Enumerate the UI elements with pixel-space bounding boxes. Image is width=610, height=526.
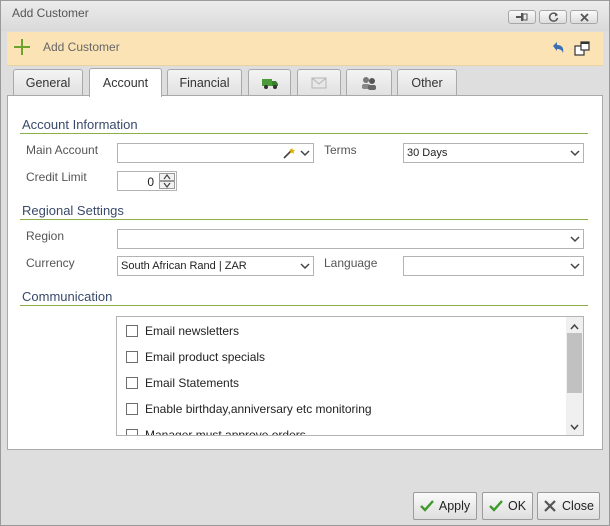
account-tab-panel: Account Information Main Account Terms 3…: [7, 95, 603, 450]
list-item[interactable]: Enable birthday,anniversary etc monitori…: [126, 399, 372, 419]
increment-button[interactable]: [159, 173, 175, 181]
tab-label: Other: [411, 75, 443, 90]
credit-limit-stepper[interactable]: 0: [117, 171, 177, 191]
wand-icon[interactable]: [283, 147, 295, 159]
section-divider: [20, 219, 588, 220]
list-item[interactable]: Email product specials: [126, 347, 265, 367]
decrement-button[interactable]: [159, 181, 175, 189]
section-divider: [20, 133, 588, 134]
refresh-icon: [548, 11, 558, 22]
tab-delivery[interactable]: [248, 69, 291, 95]
close-window-button[interactable]: [570, 10, 598, 24]
truck-icon: [261, 78, 278, 89]
window-title: Add Customer: [12, 6, 89, 20]
apply-label: Apply: [438, 499, 471, 513]
checkbox[interactable]: [126, 429, 138, 435]
form-toolbar: Add Customer: [7, 32, 603, 66]
apply-button[interactable]: Apply: [413, 492, 477, 520]
close-icon: [579, 12, 589, 22]
checkbox-label: Email newsletters: [145, 324, 240, 338]
language-label: Language: [324, 256, 378, 270]
tab-strip: General Account Financial Other: [7, 67, 603, 97]
terms-value: 30 Days: [407, 147, 448, 159]
region-label: Region: [26, 229, 65, 243]
tab-label: Account: [102, 76, 149, 90]
envelope-icon: [311, 77, 327, 88]
checkbox[interactable]: [126, 377, 138, 389]
close-label: Close: [562, 499, 594, 513]
chevron-down-icon[interactable]: [300, 149, 310, 157]
section-divider: [20, 305, 588, 306]
toolbar-title: Add Customer: [43, 40, 120, 54]
currency-label: Currency: [26, 256, 75, 270]
undo-icon[interactable]: [549, 40, 567, 58]
list-item[interactable]: Email newsletters: [126, 321, 239, 341]
title-bar[interactable]: Add Customer: [1, 1, 609, 31]
credit-limit-label: Credit Limit: [26, 170, 87, 184]
tab-general[interactable]: General: [13, 69, 83, 95]
tab-label: Financial: [179, 75, 230, 90]
tab-label: General: [25, 75, 71, 90]
currency-select[interactable]: South African Rand | ZAR: [117, 256, 314, 276]
terms-select[interactable]: 30 Days: [403, 143, 584, 163]
main-account-field[interactable]: [117, 143, 314, 163]
communication-list[interactable]: Email newsletters Email product specials…: [116, 316, 584, 436]
close-icon: [544, 500, 556, 512]
chevron-down-icon[interactable]: [570, 149, 580, 157]
scrollbar[interactable]: [566, 317, 583, 435]
plus-icon: [13, 38, 31, 56]
checkbox-label: Manager must approve orders: [145, 428, 306, 436]
add-customer-window: Add Customer Add Customer General Accoun…: [0, 0, 610, 526]
account-information-heading: Account Information: [22, 117, 138, 132]
popout-icon[interactable]: [573, 40, 591, 58]
scroll-down-icon[interactable]: [569, 421, 580, 431]
regional-settings-heading: Regional Settings: [22, 203, 124, 218]
language-select[interactable]: [403, 256, 584, 276]
communication-heading: Communication: [22, 289, 113, 304]
region-select[interactable]: [117, 229, 584, 249]
dialog-footer: Apply OK Close: [7, 450, 603, 520]
tab-other[interactable]: Other: [397, 69, 457, 95]
checkbox-label: Email product specials: [145, 350, 266, 364]
scrollbar-thumb[interactable]: [567, 333, 582, 393]
checkbox-label: Email Statements: [145, 376, 240, 390]
checkmark-icon: [420, 500, 434, 512]
checkbox-label: Enable birthday,anniversary etc monitori…: [145, 402, 372, 416]
checkbox[interactable]: [126, 403, 138, 415]
tab-financial[interactable]: Financial: [167, 69, 242, 95]
checkbox[interactable]: [126, 351, 138, 363]
main-account-label: Main Account: [26, 143, 99, 157]
list-item[interactable]: Email Statements: [126, 373, 239, 393]
pin-icon: [516, 13, 528, 21]
tab-account[interactable]: Account: [89, 68, 162, 97]
ok-label: OK: [507, 499, 527, 513]
contacts-icon: [362, 76, 376, 90]
close-button[interactable]: Close: [537, 492, 600, 520]
ok-button[interactable]: OK: [482, 492, 533, 520]
checkmark-icon: [489, 500, 503, 512]
tab-mail[interactable]: [297, 69, 341, 95]
chevron-down-icon[interactable]: [570, 235, 580, 243]
chevron-down-icon[interactable]: [570, 262, 580, 270]
refresh-button[interactable]: [539, 10, 567, 24]
credit-limit-value: 0: [147, 175, 154, 189]
tab-contacts[interactable]: [346, 69, 392, 95]
pin-button[interactable]: [508, 10, 536, 24]
terms-label: Terms: [324, 143, 357, 157]
list-item[interactable]: Manager must approve orders: [126, 425, 306, 436]
checkbox[interactable]: [126, 325, 138, 337]
scroll-up-icon[interactable]: [569, 321, 580, 331]
currency-value: South African Rand | ZAR: [121, 260, 247, 272]
chevron-down-icon[interactable]: [300, 262, 310, 270]
